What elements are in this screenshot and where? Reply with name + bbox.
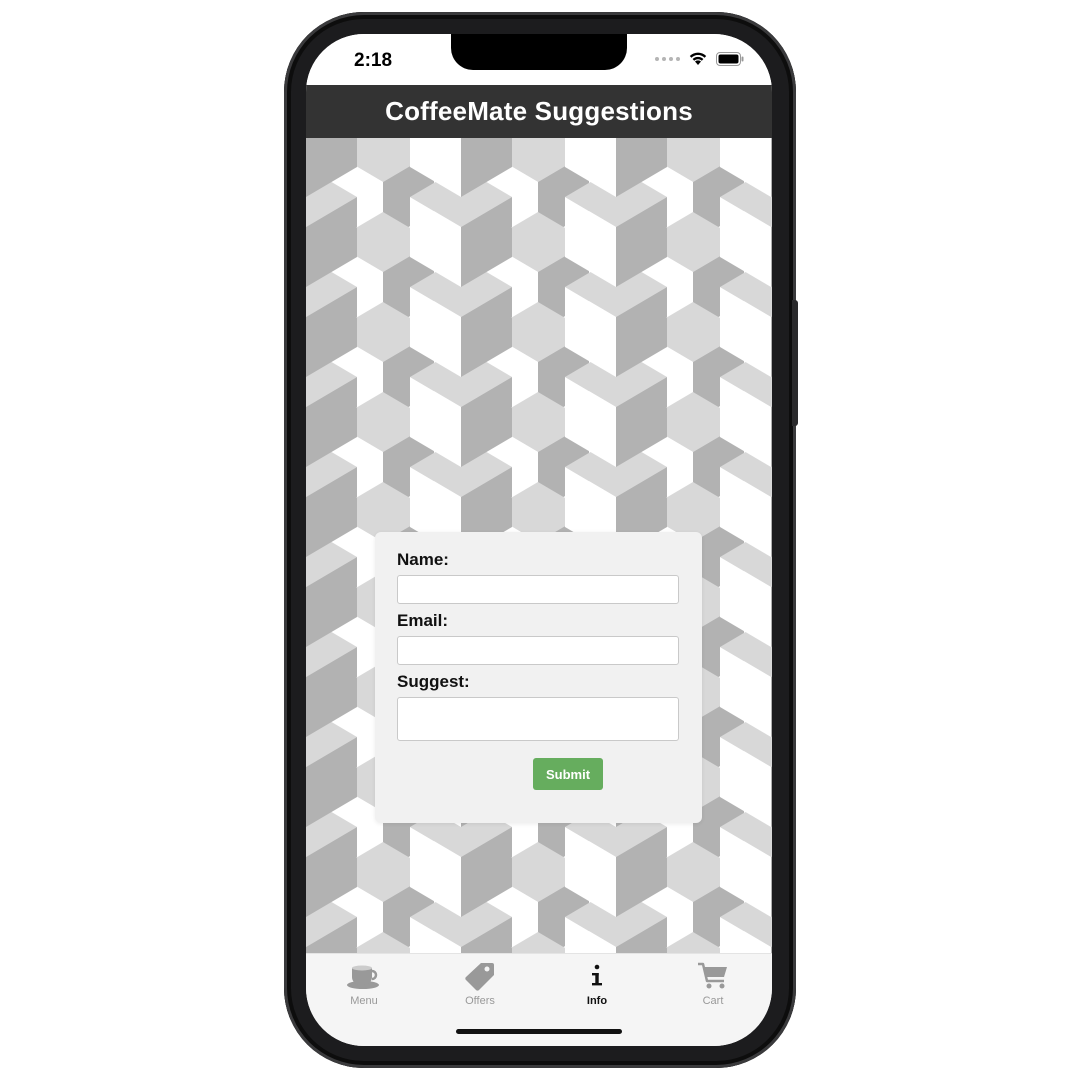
status-time: 2:18 <box>354 50 393 71</box>
tab-info[interactable]: Info <box>539 960 655 1016</box>
phone-screen: Name: Email: Suggest: Submit 2:18 Coffee… <box>306 34 772 1046</box>
app-header: CoffeeMate Suggestions <box>306 85 772 138</box>
email-label: Email: <box>397 611 449 630</box>
tab-bar: Menu Offers Info Cart <box>306 953 772 1046</box>
submit-button[interactable]: Submit <box>533 758 603 790</box>
suggest-label: Suggest: <box>397 672 470 691</box>
tab-label-offers: Offers <box>465 995 495 1007</box>
stage: Name: Email: Suggest: Submit 2:18 Coffee… <box>0 0 1080 1080</box>
phone-side-button <box>792 300 798 426</box>
name-input[interactable] <box>397 575 679 604</box>
home-indicator <box>456 1029 622 1034</box>
signal-icon <box>655 56 680 61</box>
tab-label-info: Info <box>586 995 608 1007</box>
status-bar: 2:18 <box>306 34 772 85</box>
background-pattern: Name: Email: Suggest: Submit <box>306 138 772 953</box>
cart-icon <box>697 960 729 992</box>
wifi-icon <box>689 52 707 65</box>
tab-label-menu: Menu <box>350 995 378 1007</box>
tab-offers[interactable]: Offers <box>422 960 538 1016</box>
page-title: CoffeeMate Suggestions <box>385 96 693 126</box>
tab-menu[interactable]: Menu <box>306 960 422 1016</box>
info-icon <box>587 960 607 992</box>
coffee-cup-icon <box>346 960 382 992</box>
tag-icon <box>464 960 496 992</box>
email-input[interactable] <box>397 636 679 665</box>
battery-icon <box>716 51 744 66</box>
suggestion-form-card: Name: Email: Suggest: Submit <box>375 532 702 823</box>
notch <box>451 34 627 70</box>
tab-label-cart: Cart <box>702 995 724 1007</box>
status-icons <box>655 51 744 66</box>
name-label: Name: <box>397 550 449 569</box>
tab-cart[interactable]: Cart <box>655 960 771 1016</box>
suggest-textarea[interactable] <box>397 697 679 741</box>
